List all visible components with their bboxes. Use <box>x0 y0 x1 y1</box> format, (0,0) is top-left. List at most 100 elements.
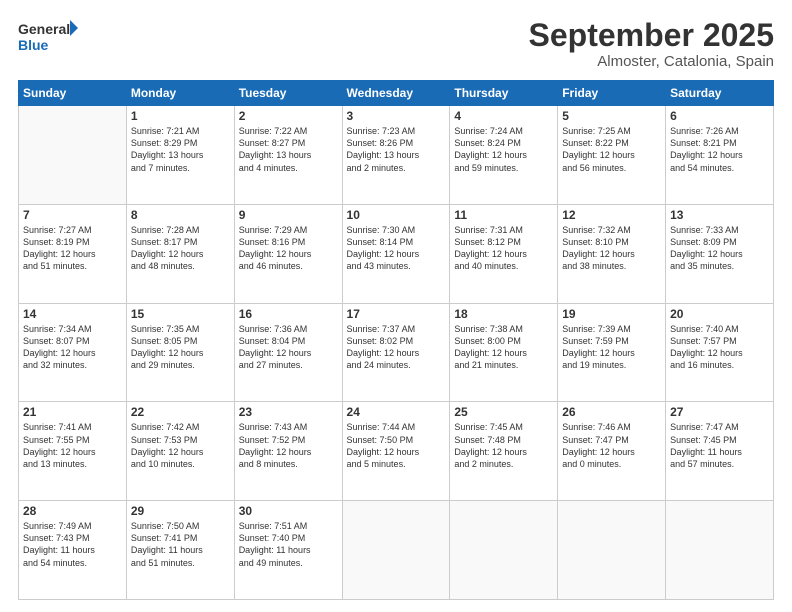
calendar-cell: 30 Sunrise: 7:51 AM Sunset: 7:40 PM Dayli… <box>234 501 342 600</box>
calendar-cell: 13 Sunrise: 7:33 AM Sunset: 8:09 PM Dayli… <box>666 204 774 303</box>
calendar-cell: 3 Sunrise: 7:23 AM Sunset: 8:26 PM Daylig… <box>342 106 450 205</box>
weekday-header: Tuesday <box>234 81 342 106</box>
day-info: Sunrise: 7:37 AM Sunset: 8:02 PM Dayligh… <box>347 323 446 372</box>
day-number: 27 <box>670 405 769 419</box>
calendar-cell <box>19 106 127 205</box>
day-number: 23 <box>239 405 338 419</box>
day-number: 5 <box>562 109 661 123</box>
day-number: 3 <box>347 109 446 123</box>
day-number: 12 <box>562 208 661 222</box>
calendar-cell: 27 Sunrise: 7:47 AM Sunset: 7:45 PM Dayli… <box>666 402 774 501</box>
calendar-cell <box>450 501 558 600</box>
day-number: 22 <box>131 405 230 419</box>
day-number: 14 <box>23 307 122 321</box>
calendar-cell: 29Sunrise: 7:50 AM Sunset: 7:41 PM Dayli… <box>126 501 234 600</box>
day-info: Sunrise: 7:47 AM Sunset: 7:45 PM Dayligh… <box>670 421 769 470</box>
day-info: Sunrise: 7:46 AM Sunset: 7:47 PM Dayligh… <box>562 421 661 470</box>
day-info: Sunrise: 7:21 AM Sunset: 8:29 PM Dayligh… <box>131 125 230 174</box>
location-subtitle: Almoster, Catalonia, Spain <box>529 53 774 70</box>
calendar-cell: 23 Sunrise: 7:43 AM Sunset: 7:52 PM Dayli… <box>234 402 342 501</box>
day-info: Sunrise: 7:23 AM Sunset: 8:26 PM Dayligh… <box>347 125 446 174</box>
calendar-cell: 4 Sunrise: 7:24 AM Sunset: 8:24 PM Daylig… <box>450 106 558 205</box>
calendar-cell: 19Sunrise: 7:39 AM Sunset: 7:59 PM Dayli… <box>558 303 666 402</box>
calendar-cell: 7 Sunrise: 7:27 AM Sunset: 8:19 PM Daylig… <box>19 204 127 303</box>
day-number: 2 <box>239 109 338 123</box>
day-info: Sunrise: 7:51 AM Sunset: 7:40 PM Dayligh… <box>239 520 338 569</box>
day-info: Sunrise: 7:44 AM Sunset: 7:50 PM Dayligh… <box>347 421 446 470</box>
calendar-table: SundayMondayTuesdayWednesdayThursdayFrid… <box>18 80 774 600</box>
day-info: Sunrise: 7:30 AM Sunset: 8:14 PM Dayligh… <box>347 224 446 273</box>
header: General Blue September 2025 Almoster, Ca… <box>18 18 774 70</box>
day-info: Sunrise: 7:22 AM Sunset: 8:27 PM Dayligh… <box>239 125 338 174</box>
day-number: 16 <box>239 307 338 321</box>
calendar-cell <box>666 501 774 600</box>
weekday-header: Friday <box>558 81 666 106</box>
calendar-cell: 26 Sunrise: 7:46 AM Sunset: 7:47 PM Dayli… <box>558 402 666 501</box>
page: General Blue September 2025 Almoster, Ca… <box>0 0 792 612</box>
day-info: Sunrise: 7:33 AM Sunset: 8:09 PM Dayligh… <box>670 224 769 273</box>
weekday-header: Wednesday <box>342 81 450 106</box>
day-number: 28 <box>23 504 122 518</box>
day-number: 8 <box>131 208 230 222</box>
day-number: 26 <box>562 405 661 419</box>
day-info: Sunrise: 7:26 AM Sunset: 8:21 PM Dayligh… <box>670 125 769 174</box>
logo-svg: General Blue <box>18 18 78 54</box>
day-info: Sunrise: 7:42 AM Sunset: 7:53 PM Dayligh… <box>131 421 230 470</box>
svg-text:Blue: Blue <box>18 37 49 53</box>
calendar-cell: 5 Sunrise: 7:25 AM Sunset: 8:22 PM Daylig… <box>558 106 666 205</box>
day-number: 15 <box>131 307 230 321</box>
calendar-cell: 2 Sunrise: 7:22 AM Sunset: 8:27 PM Daylig… <box>234 106 342 205</box>
calendar-cell: 8 Sunrise: 7:28 AM Sunset: 8:17 PM Daylig… <box>126 204 234 303</box>
day-info: Sunrise: 7:28 AM Sunset: 8:17 PM Dayligh… <box>131 224 230 273</box>
day-number: 24 <box>347 405 446 419</box>
day-info: Sunrise: 7:40 AM Sunset: 7:57 PM Dayligh… <box>670 323 769 372</box>
calendar-cell: 24 Sunrise: 7:44 AM Sunset: 7:50 PM Dayli… <box>342 402 450 501</box>
calendar-cell: 17 Sunrise: 7:37 AM Sunset: 8:02 PM Dayli… <box>342 303 450 402</box>
svg-text:General: General <box>18 21 70 37</box>
calendar-cell: 9Sunrise: 7:29 AM Sunset: 8:16 PM Daylig… <box>234 204 342 303</box>
calendar-cell: 1 Sunrise: 7:21 AM Sunset: 8:29 PM Daylig… <box>126 106 234 205</box>
day-number: 1 <box>131 109 230 123</box>
day-info: Sunrise: 7:39 AM Sunset: 7:59 PM Dayligh… <box>562 323 661 372</box>
calendar-cell: 22 Sunrise: 7:42 AM Sunset: 7:53 PM Dayli… <box>126 402 234 501</box>
day-info: Sunrise: 7:49 AM Sunset: 7:43 PM Dayligh… <box>23 520 122 569</box>
day-info: Sunrise: 7:25 AM Sunset: 8:22 PM Dayligh… <box>562 125 661 174</box>
day-info: Sunrise: 7:43 AM Sunset: 7:52 PM Dayligh… <box>239 421 338 470</box>
day-number: 20 <box>670 307 769 321</box>
day-info: Sunrise: 7:34 AM Sunset: 8:07 PM Dayligh… <box>23 323 122 372</box>
calendar-cell: 28 Sunrise: 7:49 AM Sunset: 7:43 PM Dayli… <box>19 501 127 600</box>
month-title: September 2025 <box>529 18 774 53</box>
day-info: Sunrise: 7:32 AM Sunset: 8:10 PM Dayligh… <box>562 224 661 273</box>
weekday-header: Thursday <box>450 81 558 106</box>
day-info: Sunrise: 7:50 AM Sunset: 7:41 PM Dayligh… <box>131 520 230 569</box>
title-block: September 2025 Almoster, Catalonia, Spai… <box>529 18 774 70</box>
day-info: Sunrise: 7:38 AM Sunset: 8:00 PM Dayligh… <box>454 323 553 372</box>
day-number: 9 <box>239 208 338 222</box>
logo: General Blue <box>18 18 78 54</box>
calendar-cell: 6Sunrise: 7:26 AM Sunset: 8:21 PM Daylig… <box>666 106 774 205</box>
weekday-header: Sunday <box>19 81 127 106</box>
calendar-cell: 15 Sunrise: 7:35 AM Sunset: 8:05 PM Dayli… <box>126 303 234 402</box>
day-number: 17 <box>347 307 446 321</box>
day-info: Sunrise: 7:27 AM Sunset: 8:19 PM Dayligh… <box>23 224 122 273</box>
calendar-cell: 14 Sunrise: 7:34 AM Sunset: 8:07 PM Dayli… <box>19 303 127 402</box>
calendar-cell <box>558 501 666 600</box>
day-number: 7 <box>23 208 122 222</box>
day-info: Sunrise: 7:41 AM Sunset: 7:55 PM Dayligh… <box>23 421 122 470</box>
day-number: 10 <box>347 208 446 222</box>
calendar-cell: 12 Sunrise: 7:32 AM Sunset: 8:10 PM Dayli… <box>558 204 666 303</box>
day-info: Sunrise: 7:31 AM Sunset: 8:12 PM Dayligh… <box>454 224 553 273</box>
day-number: 30 <box>239 504 338 518</box>
calendar-cell: 11Sunrise: 7:31 AM Sunset: 8:12 PM Dayli… <box>450 204 558 303</box>
calendar-cell: 16 Sunrise: 7:36 AM Sunset: 8:04 PM Dayli… <box>234 303 342 402</box>
calendar-cell: 25Sunrise: 7:45 AM Sunset: 7:48 PM Dayli… <box>450 402 558 501</box>
day-info: Sunrise: 7:24 AM Sunset: 8:24 PM Dayligh… <box>454 125 553 174</box>
calendar-cell: 21 Sunrise: 7:41 AM Sunset: 7:55 PM Dayli… <box>19 402 127 501</box>
weekday-header: Saturday <box>666 81 774 106</box>
day-number: 21 <box>23 405 122 419</box>
day-number: 13 <box>670 208 769 222</box>
day-info: Sunrise: 7:35 AM Sunset: 8:05 PM Dayligh… <box>131 323 230 372</box>
calendar-cell: 10 Sunrise: 7:30 AM Sunset: 8:14 PM Dayli… <box>342 204 450 303</box>
day-number: 4 <box>454 109 553 123</box>
day-info: Sunrise: 7:36 AM Sunset: 8:04 PM Dayligh… <box>239 323 338 372</box>
